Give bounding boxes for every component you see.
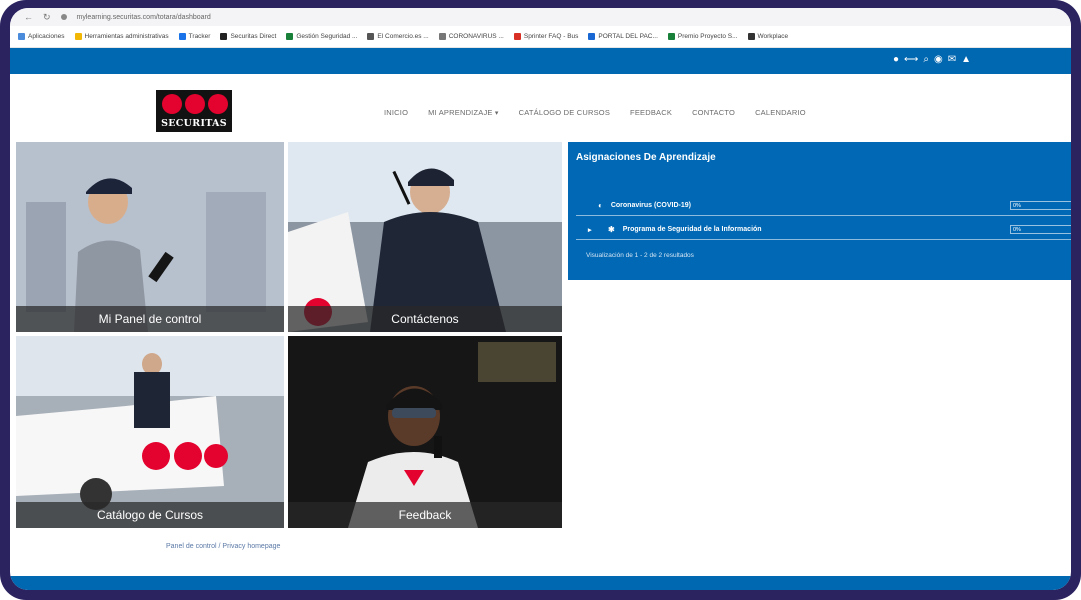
program-icon: ✱ [608,225,615,234]
bookmark-favicon-icon [220,33,228,40]
logo-dot [162,94,182,114]
bookmark-favicon-icon [367,33,375,40]
nav-item-inicio[interactable]: INICIO [384,108,408,117]
breadcrumb[interactable]: Panel de control / Privacy homepage [166,543,280,550]
tile-caption: Contáctenos [288,306,562,332]
guard-radio-photo [288,142,562,332]
chevron-down-icon: ▾ [494,110,499,117]
user-icon[interactable]: ◉ [934,54,943,65]
main-nav: INICIO MI APRENDIZAJE ▾ CATÁLOGO DE CURS… [384,108,806,117]
bookmark-item[interactable]: Tracker [178,33,210,40]
bookmark-favicon-icon [438,33,446,40]
bookmark-item[interactable]: PORTAL DEL PAC... [588,33,658,40]
tile-catalogo-cursos[interactable]: Catálogo de Cursos [16,336,284,528]
nav-item-label: MI APRENDIZAJE [428,108,493,117]
bookmark-favicon-icon [513,33,521,40]
logo-dot [185,94,205,114]
learning-assignments-panel: Asignaciones De Aprendizaje ◐ Coronaviru… [568,142,1071,280]
reload-icon[interactable]: ↻ [43,12,51,23]
bookmark-favicon-icon [178,33,186,40]
bell-icon[interactable]: ▲ [961,54,971,65]
mail-icon[interactable]: ✉ [948,54,956,65]
assignment-row[interactable]: ▸ ✱ Programa de Seguridad de la Informac… [576,220,1071,240]
site-header: SECURITAS INICIO MI APRENDIZAJE ▾ CATÁLO… [10,74,1071,144]
progress-bar: 0% [1010,225,1071,234]
browser-url-bar[interactable]: ← ↻ mylearning.securitas.com/totara/dash… [10,8,1071,26]
logo-dot [208,94,228,114]
operator-photo [288,336,562,528]
device-frame: ← ↻ mylearning.securitas.com/totara/dash… [0,0,1081,600]
bookmark-favicon-icon [588,33,596,40]
site-bottom-bar [10,576,1071,590]
bookmark-item[interactable]: Sprinter FAQ - Bus [513,33,578,40]
top-icons: ● ⟷ ⌕ ◉ ✉ ▲ [893,54,971,65]
tile-mi-panel[interactable]: Mi Panel de control [16,142,284,332]
panel-title: Asignaciones De Aprendizaje [576,152,716,163]
screen: ← ↻ mylearning.securitas.com/totara/dash… [10,8,1071,590]
bookmark-favicon-icon [74,33,82,40]
tile-feedback[interactable]: Feedback [288,336,562,528]
logo-dots [162,94,228,114]
security-car-photo [16,336,284,528]
bookmark-item[interactable]: Herramientas administrativas [74,33,169,40]
assignment-label: Programa de Seguridad de la Información [622,226,762,233]
bookmarks-bar: Aplicaciones Herramientas administrativa… [10,26,1071,48]
expand-arrow-icon[interactable]: ▸ [588,226,592,234]
logo-text: SECURITAS [161,118,227,129]
nav-item-calendario[interactable]: CALENDARIO [755,108,806,117]
nav-item-feedback[interactable]: FEEDBACK [630,108,672,117]
nav-item-catalogo[interactable]: CATÁLOGO DE CURSOS [519,108,610,117]
tile-caption: Mi Panel de control [16,306,284,332]
nav-item-mi-aprendizaje[interactable]: MI APRENDIZAJE ▾ [428,108,499,117]
site-top-bar: ● ⟷ ⌕ ◉ ✉ ▲ [10,48,1071,74]
expand-icon[interactable]: ⟷ [904,54,918,65]
tile-caption: Feedback [288,502,562,528]
progress-bar: 0% [1010,201,1071,210]
nav-item-contacto[interactable]: CONTACTO [692,108,735,117]
results-count: Visualización de 1 - 2 de 2 resultados [586,252,694,259]
bookmark-item[interactable]: El Comercio.es ... [367,33,429,40]
lock-icon [60,14,67,20]
assignment-row[interactable]: ◐ Coronavirus (COVID-19) 0% [576,196,1071,216]
bookmark-favicon-icon [286,33,294,40]
back-icon[interactable]: ← [24,12,33,22]
guard-photo [16,142,284,332]
bookmark-item[interactable]: Aplicaciones [18,33,65,40]
bookmark-favicon-icon [667,33,675,40]
bookmark-item[interactable]: Workplace [747,33,788,40]
search-icon[interactable]: ⌕ [923,54,929,65]
bookmark-item[interactable]: CORONAVIRUS ... [438,33,504,40]
bookmark-favicon-icon [747,33,755,40]
dot-menu-icon[interactable]: ● [893,54,899,65]
url-text[interactable]: mylearning.securitas.com/totara/dashboar… [77,14,211,21]
bookmark-item[interactable]: Gestión Seguridad ... [286,33,357,40]
tile-contactenos[interactable]: Contáctenos [288,142,562,332]
assignment-label: Coronavirus (COVID-19) [610,202,691,209]
course-icon: ◐ [598,201,603,210]
tile-caption: Catálogo de Cursos [16,502,284,528]
bookmark-item[interactable]: Securitas Direct [220,33,276,40]
securitas-logo[interactable]: SECURITAS [156,90,232,132]
bookmark-item[interactable]: Premio Proyecto S... [667,33,738,40]
bookmark-favicon-icon [18,33,25,40]
